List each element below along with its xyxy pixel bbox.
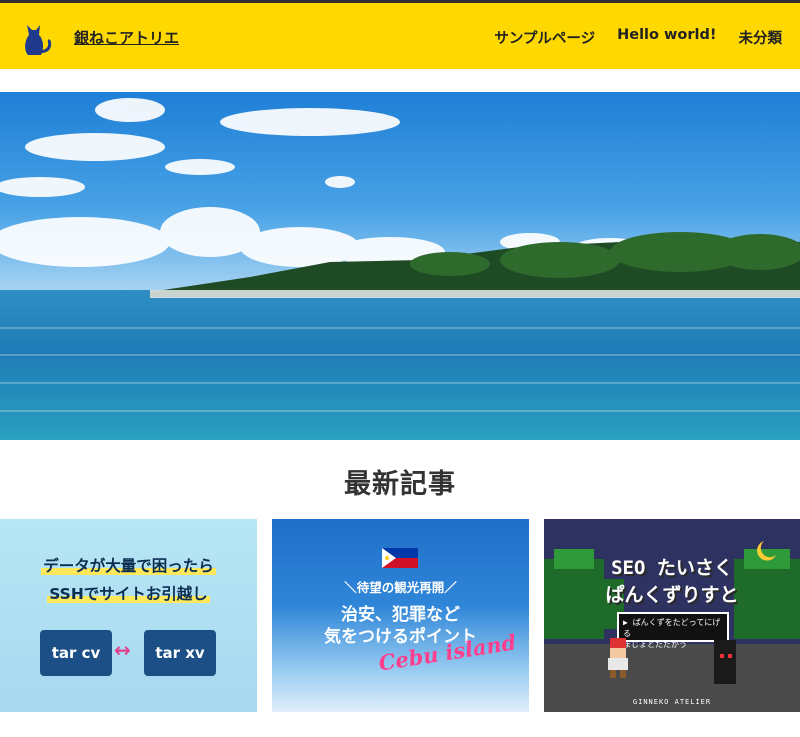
pixel-witch-icon xyxy=(714,640,736,684)
nav-item-hello-world[interactable]: Hello world! xyxy=(617,27,716,48)
post-card-ssh-migration[interactable] xyxy=(0,519,257,712)
site-title-link[interactable]: 銀ねこアトリエ xyxy=(74,27,179,48)
site-header: 銀ねこアトリエ サンプルページ Hello world! 未分類 xyxy=(0,3,800,69)
latest-posts-heading: 最新記事 xyxy=(344,469,456,500)
tar-xv-box: tar xv xyxy=(144,630,216,676)
double-arrow-icon: ↔ xyxy=(114,638,131,662)
pixel-hero-icon xyxy=(608,638,628,678)
nav-item-sample-page[interactable]: サンプルページ xyxy=(494,27,595,48)
card2-title-line1: 治安、犯罪など xyxy=(341,605,460,625)
card1-title-line2: SSHでサイトお引越し xyxy=(47,585,210,603)
hero-image xyxy=(0,92,800,440)
card3-footer: GINNEKO ATELIER xyxy=(632,698,712,706)
card3-menu-line1: ▶ ぱんくずをたどってにげる xyxy=(623,618,721,638)
nav-item-uncategorized[interactable]: 未分類 xyxy=(739,27,783,48)
philippines-flag-icon xyxy=(382,548,418,568)
card3-title-line2: ぱんくずりすと xyxy=(605,584,739,606)
card2-subtitle: ＼待望の観光再開／ xyxy=(344,580,457,595)
main-nav: サンプルページ Hello world! 未分類 xyxy=(494,27,782,48)
card3-title-line1: SEO たいさく xyxy=(611,557,733,579)
card1-title-line1: データが大量で困ったら xyxy=(41,557,216,575)
tar-cv-box: tar cv xyxy=(40,630,112,676)
cat-icon[interactable] xyxy=(20,17,56,57)
card3-menu-box: ▶ ぱんくずをたどってにげる まじょとたたかう xyxy=(617,612,729,649)
